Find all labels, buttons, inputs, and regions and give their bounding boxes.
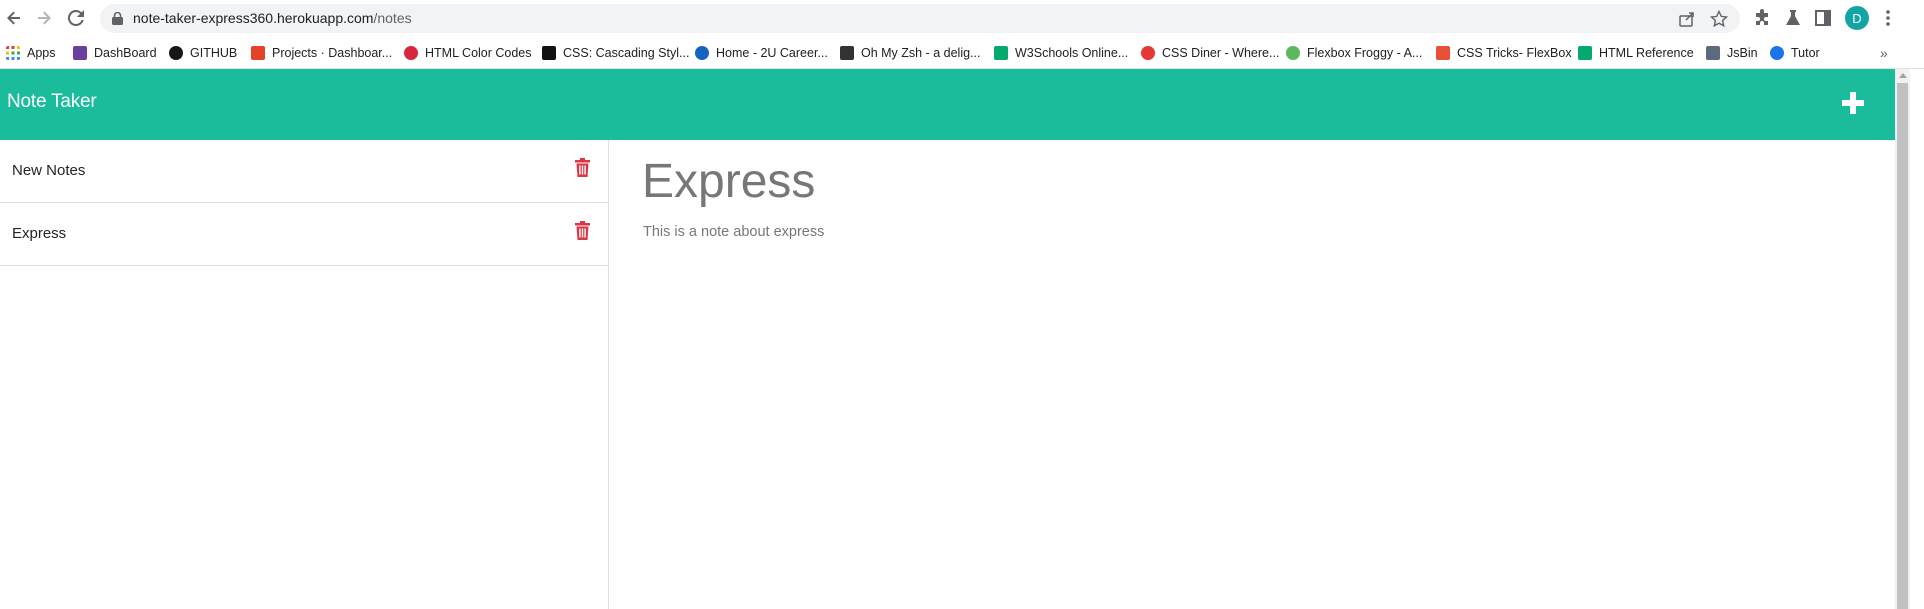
bookmark-label: Oh My Zsh - a delig... — [861, 46, 981, 60]
bookmark-tutor[interactable]: Tutor — [1770, 43, 1820, 63]
bookmark-html-color-codes[interactable]: HTML Color Codes — [404, 43, 532, 63]
trash-icon[interactable] — [575, 158, 590, 177]
bookmark-label: Apps — [27, 46, 56, 60]
bookmark-projects[interactable]: Projects · Dashboar... — [251, 43, 392, 63]
forward-icon[interactable] — [33, 7, 55, 29]
browser-toolbar: note-taker-express360.herokuapp.com/note… — [0, 0, 1924, 37]
html-color-codes-icon — [404, 46, 418, 60]
bookmark-label: Tutor — [1791, 46, 1820, 60]
bookmark-label: HTML Reference — [1599, 46, 1694, 60]
bookmark-css-tricks[interactable]: CSS Tricks- FlexBox — [1436, 43, 1572, 63]
page-scrollbar[interactable] — [1895, 69, 1910, 609]
bookmark-github[interactable]: GITHUB — [169, 43, 237, 63]
bookmark-star-icon[interactable] — [1710, 10, 1728, 28]
share-icon[interactable] — [1678, 10, 1696, 28]
tutor-icon — [1770, 46, 1784, 60]
bookmark-apps[interactable]: Apps — [6, 43, 56, 63]
bookmark-label: Home - 2U Career... — [716, 46, 828, 60]
notes-list: New Notes Express — [0, 140, 609, 609]
github-icon — [169, 46, 183, 60]
w3schools-icon — [1578, 46, 1592, 60]
bookmark-label: W3Schools Online... — [1015, 46, 1129, 60]
bookmark-html-reference[interactable]: HTML Reference — [1578, 43, 1694, 63]
url-host: note-taker-express360.herokuapp.com — [133, 10, 374, 26]
bookmark-jsbin[interactable]: JsBin — [1706, 43, 1758, 63]
mdn-icon — [542, 46, 556, 60]
bookmark-flexbox-froggy[interactable]: Flexbox Froggy - A... — [1286, 43, 1422, 63]
list-item[interactable]: Express — [0, 203, 608, 266]
back-icon[interactable] — [3, 7, 25, 29]
browser-window: note-taker-express360.herokuapp.com/note… — [0, 0, 1924, 609]
note-text-field[interactable]: This is a note about express — [643, 224, 824, 240]
bookmarks-bar: Apps DashBoard GITHUB Projects · Dashboa… — [0, 37, 1924, 69]
css-diner-icon — [1141, 46, 1155, 60]
dashboard-icon — [73, 46, 87, 60]
side-panel-icon[interactable] — [1813, 8, 1833, 28]
bookmark-label: JsBin — [1727, 46, 1758, 60]
bookmark-label: CSS: Cascading Styl... — [563, 46, 690, 60]
profile-avatar[interactable]: D — [1845, 6, 1869, 30]
terminal-icon — [840, 46, 854, 60]
bookmark-label: DashBoard — [94, 46, 157, 60]
apps-grid-icon — [6, 46, 20, 60]
extensions-icon[interactable] — [1752, 8, 1772, 28]
gitlab-icon — [251, 46, 265, 60]
bookmark-label: CSS Tricks- FlexBox — [1457, 46, 1572, 60]
url-text: note-taker-express360.herokuapp.com/note… — [133, 10, 412, 26]
bookmark-oh-my-zsh[interactable]: Oh My Zsh - a delig... — [840, 43, 980, 63]
bookmark-2u-career[interactable]: Home - 2U Career... — [695, 43, 828, 63]
bookmark-dashboard[interactable]: DashBoard — [73, 43, 157, 63]
plus-icon[interactable] — [1842, 92, 1864, 114]
bookmark-label: CSS Diner - Where... — [1162, 46, 1280, 60]
bookmarks-overflow-icon[interactable]: » — [1880, 45, 1888, 61]
bookmark-css-diner[interactable]: CSS Diner - Where... — [1141, 43, 1279, 63]
bookmark-label: GITHUB — [190, 46, 238, 60]
bookmark-label: Flexbox Froggy - A... — [1307, 46, 1423, 60]
bookmark-css-mdn[interactable]: CSS: Cascading Styl... — [542, 43, 689, 63]
froggy-icon — [1286, 46, 1300, 60]
url-path: /notes — [373, 10, 412, 26]
scrollbar-thumb[interactable] — [1897, 83, 1908, 609]
scroll-up-icon[interactable] — [1899, 73, 1907, 78]
note-title-field[interactable]: Express — [642, 154, 815, 209]
2u-icon — [695, 46, 709, 60]
note-editor: Express This is a note about express — [610, 140, 1895, 609]
bookmark-w3schools[interactable]: W3Schools Online... — [994, 43, 1128, 63]
w3schools-icon — [994, 46, 1008, 60]
trash-icon[interactable] — [575, 221, 590, 240]
note-title-label: New Notes — [12, 162, 86, 179]
app-title[interactable]: Note Taker — [7, 91, 97, 113]
bookmark-label: HTML Color Codes — [425, 46, 532, 60]
note-title-label: Express — [12, 225, 67, 242]
lock-icon — [112, 12, 123, 25]
app-page: Note Taker New Notes Express Express Thi… — [0, 69, 1895, 609]
reload-icon[interactable] — [65, 7, 87, 29]
css-tricks-icon — [1436, 46, 1450, 60]
bookmark-label: Projects · Dashboar... — [272, 46, 393, 60]
list-item[interactable]: New Notes — [0, 140, 608, 203]
browser-menu-icon[interactable] — [1878, 8, 1898, 28]
address-bar[interactable]: note-taker-express360.herokuapp.com/note… — [100, 4, 1740, 33]
labs-flask-icon[interactable] — [1783, 8, 1803, 28]
app-header: Note Taker — [0, 69, 1895, 140]
jsbin-icon — [1706, 46, 1720, 60]
